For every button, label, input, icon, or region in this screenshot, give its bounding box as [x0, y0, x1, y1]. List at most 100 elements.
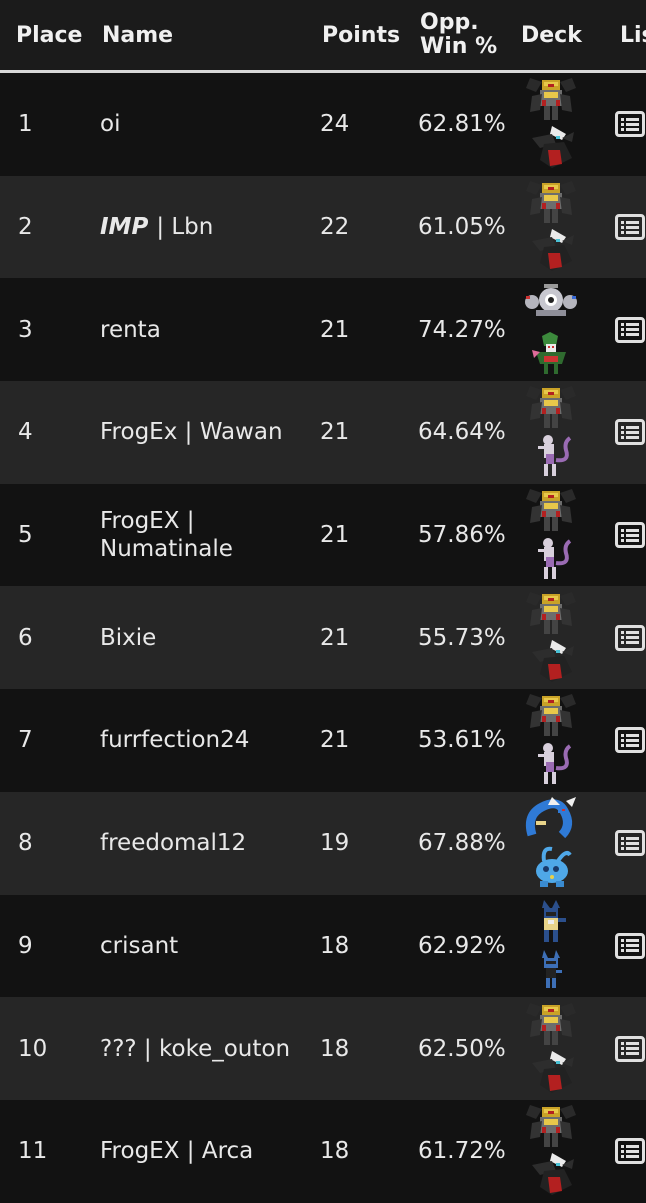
deck-link[interactable] — [520, 689, 582, 792]
deck-link[interactable] — [520, 997, 582, 1100]
deck-link[interactable] — [520, 73, 582, 176]
mewtwo-sprite — [522, 432, 580, 480]
player-name-link[interactable]: FrogEX | Arca — [100, 1100, 310, 1203]
header-list[interactable]: Lis — [620, 0, 646, 70]
header-opp-line2: Win % — [420, 34, 498, 59]
place-cell: 3 — [18, 316, 33, 343]
decklist-button[interactable] — [615, 689, 645, 792]
deck-link[interactable] — [520, 895, 582, 998]
darkrai-sprite — [522, 1151, 580, 1199]
place-cell: 5 — [18, 522, 33, 549]
deck-link[interactable] — [520, 1100, 582, 1203]
player-name: | Lbn — [156, 214, 214, 241]
player-name-link[interactable]: renta — [100, 278, 310, 381]
deck-link[interactable] — [520, 484, 582, 587]
header-opp-win[interactable]: Opp. Win % — [420, 0, 497, 70]
opp-win-cell: 57.86% — [418, 522, 506, 549]
riolu-sprite — [522, 946, 580, 994]
table-header: Place Name Points Opp. Win % Deck Lis — [0, 0, 646, 73]
player-name: renta — [100, 316, 161, 343]
decklist-button[interactable] — [615, 1100, 645, 1203]
place-cell: 10 — [18, 1035, 48, 1062]
player-name-link[interactable]: freedomal12 — [100, 792, 310, 895]
list-icon — [615, 522, 645, 549]
player-name-link[interactable]: IMP | Lbn — [100, 176, 310, 279]
list-icon — [615, 111, 645, 138]
deck-link[interactable] — [520, 176, 582, 279]
table-row[interactable]: 10 ??? | koke_outon 18 62.50% — [0, 997, 646, 1100]
header-place[interactable]: Place — [16, 0, 82, 70]
decklist-button[interactable] — [615, 176, 645, 279]
decklist-button[interactable] — [615, 895, 645, 998]
mewtwo-sprite — [522, 535, 580, 583]
opp-win-cell: 67.88% — [418, 830, 506, 857]
points-cell: 18 — [320, 1035, 350, 1062]
list-icon — [615, 624, 645, 651]
player-name-link[interactable]: FrogEX | Numatinale — [100, 484, 310, 587]
table-row[interactable]: 9 crisant 18 62.92% — [0, 894, 646, 998]
table-row[interactable]: 1 oi 24 62.81% — [0, 73, 646, 176]
giratina-sprite — [522, 590, 580, 638]
player-name-link[interactable]: oi — [100, 73, 310, 176]
header-opp-line1: Opp. — [420, 10, 479, 35]
decklist-button[interactable] — [615, 381, 645, 484]
player-name-link[interactable]: furrfection24 — [100, 689, 310, 792]
player-name: ??? | koke_outon — [100, 1035, 291, 1062]
deck-link[interactable] — [520, 278, 582, 381]
decklist-button[interactable] — [615, 997, 645, 1100]
deck-link[interactable] — [520, 792, 582, 895]
place-cell: 9 — [18, 932, 33, 959]
table-row[interactable]: 8 freedomal12 19 67.88% — [0, 791, 646, 895]
decklist-button[interactable] — [615, 278, 645, 381]
table-row[interactable]: 5 FrogEX | Numatinale 21 57.86% — [0, 483, 646, 587]
opp-win-cell: 61.05% — [418, 214, 506, 241]
points-cell: 18 — [320, 932, 350, 959]
header-points[interactable]: Points — [322, 0, 400, 70]
player-name: FrogEX | Arca — [100, 1138, 254, 1165]
list-icon — [615, 830, 645, 857]
opp-win-cell: 61.72% — [418, 1138, 506, 1165]
opp-win-cell: 62.81% — [418, 111, 506, 138]
table-row[interactable]: 11 FrogEX | Arca 18 61.72% — [0, 1099, 646, 1203]
opp-win-cell: 74.27% — [418, 316, 506, 343]
header-name[interactable]: Name — [102, 0, 173, 70]
player-name-link[interactable]: ??? | koke_outon — [100, 997, 310, 1100]
list-icon — [615, 1035, 645, 1062]
magnezone-sprite — [522, 282, 580, 330]
list-icon — [615, 1138, 645, 1165]
table-row[interactable]: 3 renta 21 74.27% — [0, 278, 646, 382]
table-row[interactable]: 4 FrogEx | Wawan 21 64.64% — [0, 381, 646, 484]
player-name: Bixie — [100, 624, 157, 651]
points-cell: 21 — [320, 727, 350, 754]
points-cell: 19 — [320, 830, 350, 857]
player-name: FrogEX | Numatinale — [100, 508, 233, 563]
place-cell: 6 — [18, 624, 33, 651]
player-name-link[interactable]: FrogEx | Wawan — [100, 381, 310, 484]
table-row[interactable]: 7 furrfection24 21 53.61% — [0, 689, 646, 792]
player-name-link[interactable]: crisant — [100, 895, 310, 998]
table-body: 1 oi 24 62.81% 2 IMP | Lbn 22 61.05% 3 r… — [0, 73, 646, 1203]
header-deck[interactable]: Deck — [521, 0, 582, 70]
giratina-sprite — [522, 76, 580, 124]
player-name-link[interactable]: Bixie — [100, 586, 310, 689]
giratina-sprite — [522, 179, 580, 227]
gyarados-sprite — [522, 795, 580, 843]
darkrai-sprite — [522, 124, 580, 172]
giratina-sprite — [522, 487, 580, 535]
meowscarada-sprite — [522, 330, 580, 378]
decklist-button[interactable] — [615, 484, 645, 587]
table-row[interactable]: 6 Bixie 21 55.73% — [0, 586, 646, 690]
points-cell: 24 — [320, 111, 350, 138]
deck-link[interactable] — [520, 381, 582, 484]
player-name: freedomal12 — [100, 830, 247, 857]
giratina-sprite — [522, 692, 580, 740]
deck-link[interactable] — [520, 586, 582, 689]
place-cell: 2 — [18, 214, 33, 241]
decklist-button[interactable] — [615, 792, 645, 895]
decklist-button[interactable] — [615, 73, 645, 176]
table-row[interactable]: 2 IMP | Lbn 22 61.05% — [0, 175, 646, 279]
player-name: crisant — [100, 932, 179, 959]
decklist-button[interactable] — [615, 586, 645, 689]
manaphy-sprite — [522, 843, 580, 891]
giratina-sprite — [522, 1103, 580, 1151]
